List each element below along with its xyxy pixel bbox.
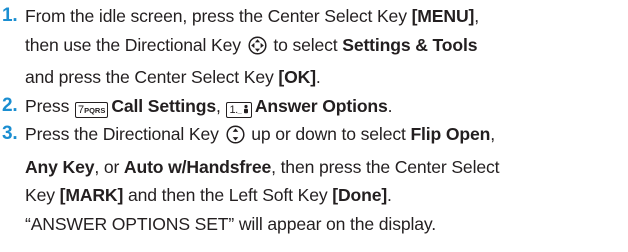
menu-item-name: Answer Options [254, 95, 388, 116]
key-name: [OK] [278, 67, 316, 87]
key-letters: ._ [235, 105, 242, 115]
key-name: [MARK] [59, 185, 124, 205]
step-text-segment: Press [25, 95, 74, 116]
step-text-segment: , [474, 6, 479, 26]
menu-item-name: Settings & Tools [342, 34, 478, 55]
step-text-segment: . [387, 185, 392, 205]
step-line: Key [MARK] and then the Left Soft Key [D… [25, 181, 628, 210]
step-text: Press the Directional Key up or down to … [25, 120, 628, 238]
step-3: 3. Press the Directional Key up or down … [2, 120, 628, 238]
step-text-segment: . [315, 67, 321, 87]
step-line: From the idle screen, press the Center S… [25, 2, 628, 31]
keypad-7-pqrs-icon: 7PQRS [74, 101, 109, 118]
instruction-steps: 1. From the idle screen, press the Cente… [0, 0, 628, 238]
option-name: Auto w/Handsfree [123, 156, 272, 177]
step-text-segment: then use the Directional Key [25, 34, 246, 55]
key-letters: PQRS [84, 105, 106, 115]
step-number: 3. [2, 123, 18, 144]
step-line: and press the Center Select Key [OK]. [25, 63, 628, 92]
step-text-segment: to select [268, 34, 343, 55]
key-name: [MENU] [411, 6, 475, 26]
step-text-segment: , or [94, 156, 124, 177]
step-text-segment: , then press the Center Select [271, 156, 500, 177]
step-text-segment: , [215, 95, 226, 116]
key-name: [Done] [332, 185, 388, 205]
step-text-segment: Key [25, 185, 60, 205]
step-text: Press 7PQRS Call Settings, 1._ Answer Opti… [25, 92, 628, 121]
step-text-segment: . [387, 95, 393, 116]
step-text: From the idle screen, press the Center S… [25, 2, 628, 92]
step-number: 2. [2, 94, 18, 116]
step-line: Press the Directional Key up or down to … [25, 120, 628, 153]
step-text-segment: , [490, 124, 495, 144]
directional-key-four-way-icon [248, 35, 267, 64]
keypad-1-voicemail-icon: 1._ [226, 101, 252, 118]
option-name: Flip Open [410, 124, 491, 144]
step-line: Press 7PQRS Call Settings, 1._ Answer Opti… [25, 92, 628, 121]
menu-item-name: Call Settings [111, 95, 216, 116]
confirmation-message: “ANSWER OPTIONS SET” will appear on the … [25, 213, 436, 234]
step-text-segment: and press the Center Select Key [25, 67, 279, 87]
step-1: 1. From the idle screen, press the Cente… [2, 2, 628, 92]
step-number: 1. [2, 5, 18, 26]
step-2: 2. Press 7PQRS Call Settings, 1._ Answer O… [2, 92, 628, 121]
step-line: Any Key, or Auto w/Handsfree, then press… [25, 153, 628, 182]
step-text-segment: From the idle screen, press the Center S… [25, 6, 412, 26]
step-line: “ANSWER OPTIONS SET” will appear on the … [25, 210, 628, 239]
step-line: then use the Directional Key to select S… [25, 31, 628, 64]
step-text-segment: and then the Left Soft Key [123, 185, 333, 205]
directional-key-up-down-icon [225, 124, 245, 153]
step-text-segment: Press the Directional Key [25, 124, 224, 144]
option-name: Any Key [25, 156, 95, 177]
step-text-segment: up or down to select [246, 124, 411, 144]
